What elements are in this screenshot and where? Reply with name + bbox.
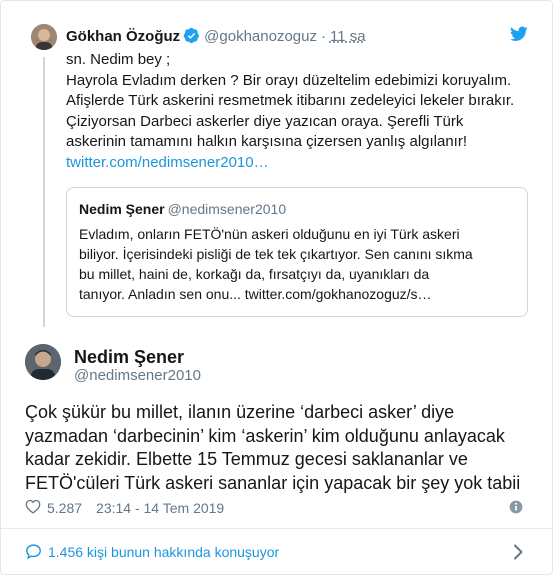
parent-tweet-text: sn. Nedim bey ; Hayrola Evladım derken ?…	[66, 50, 536, 173]
parent-author-handle[interactable]: @gokhanozoguz	[204, 28, 317, 45]
parent-tweet-link[interactable]: twitter.com/nedimsener2010…	[66, 154, 269, 171]
quoted-tweet[interactable]: Nedim Şener @nedimsener2010 Evladım, onla…	[66, 187, 528, 317]
quoted-text-line: bu millet, haini de, korkağı da, fırsatç…	[79, 266, 430, 282]
parent-text-line: sn. Nedim bey ;	[66, 51, 171, 68]
parent-text-line: askerinin tamamını halkın karşısına çize…	[66, 133, 468, 150]
main-author-name[interactable]: Nedim Şener	[74, 346, 184, 368]
quoted-author-handle: @nedimsener2010	[167, 201, 287, 217]
quoted-text-line: tanıyor. Anladın sen onu... twitter.com/…	[79, 286, 432, 302]
main-tweet-text: Çok şükür bu millet, ilanın üzerine ‘dar…	[25, 401, 535, 495]
conversation-count-link[interactable]: 1.456 kişi bunun hakkında konuşuyor	[48, 543, 279, 561]
verified-badge-icon	[183, 27, 200, 50]
conversation-footer[interactable]: 1.456 kişi bunun hakkında konuşuyor	[1, 529, 553, 575]
quoted-tweet-text: Evladım, onların FETÖ'nün askeri olduğun…	[79, 224, 519, 304]
heart-icon[interactable]	[25, 499, 41, 517]
main-text-line: kadar zekidir. Elbette 15 Temmuz gecesi …	[25, 449, 468, 469]
tweet-metadata: 5.287 23:14 - 14 Tem 2019	[25, 497, 224, 519]
tweet-timestamp[interactable]: 23:14 - 14 Tem 2019	[96, 500, 224, 516]
main-text-line: yazmadan ‘darbecinin’ kim ‘askerin’ kim …	[25, 425, 505, 446]
parent-tweet[interactable]: Gökhan Özoğuz @gokhanozoguz · 11 sa sn. Ned…	[1, 1, 553, 331]
embedded-tweet-card: Gökhan Özoğuz @gokhanozoguz · 11 sa sn. Ned…	[0, 0, 553, 575]
parent-author-avatar[interactable]	[31, 24, 57, 50]
parent-author-name[interactable]: Gökhan Özoğuz	[66, 28, 180, 45]
twitter-bird-icon[interactable]	[510, 26, 528, 47]
parent-tweet-header: Gökhan Özoğuz @gokhanozoguz · 11 sa	[66, 27, 366, 50]
main-text-line: Çok şükür bu millet, ilanın üzerine ‘dar…	[25, 402, 455, 422]
chevron-right-icon[interactable]	[513, 544, 523, 565]
separator-dot: ·	[320, 28, 326, 45]
speech-bubble-icon	[25, 543, 42, 565]
main-author-avatar[interactable]	[25, 344, 61, 380]
parent-tweet-time[interactable]: 11 sa	[330, 28, 366, 45]
quoted-tweet-header: Nedim Şener @nedimsener2010	[79, 200, 286, 218]
parent-text-line: Çiziyorsan Darbeci askerler diye yazıcan…	[66, 112, 464, 130]
main-text-line: FETÖ'cüleri Türk askeri sananlar için ya…	[25, 472, 521, 493]
quoted-text-line: Evladım, onların FETÖ'nün askeri olduğun…	[79, 226, 460, 242]
info-icon[interactable]	[509, 500, 523, 519]
parent-text-line: Afişlerde Türk askerini resmetmek itibar…	[66, 92, 515, 109]
quoted-author-name: Nedim Şener	[79, 201, 165, 217]
thread-connector-line	[43, 57, 45, 327]
quoted-text-line: biliyor. İçerisindeki pisliği de tek tek…	[79, 246, 473, 262]
main-author-handle[interactable]: @nedimsener2010	[74, 367, 201, 385]
parent-text-line: Hayrola Evladım derken ? Bir orayı düzel…	[66, 71, 512, 89]
like-count[interactable]: 5.287	[47, 500, 82, 516]
